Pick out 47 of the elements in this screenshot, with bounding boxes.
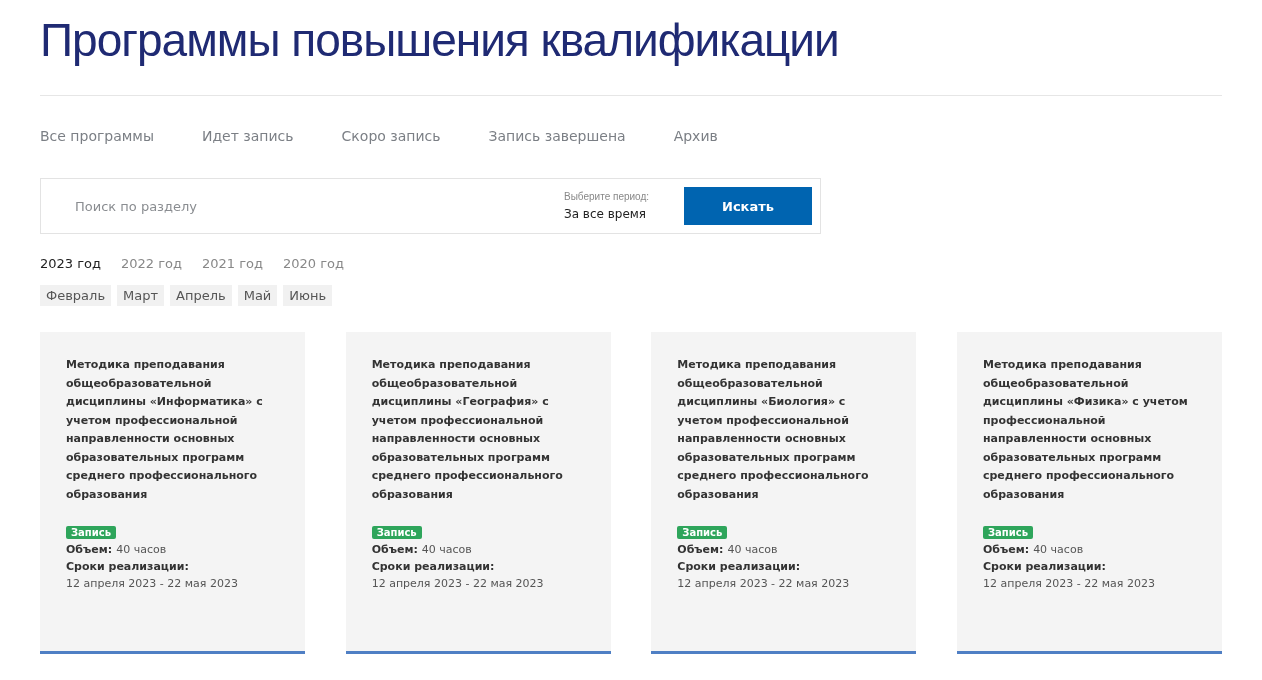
dates-label: Сроки реализации: (677, 560, 801, 573)
volume-label: Объем: (66, 543, 113, 556)
program-title: Методика преподавания общеобразовательной дисциплины «Информатика» с учетом профессиональной направленности основных образовательных программ среднего профессионального образования (66, 357, 264, 503)
search-field[interactable]: Поиск по разделу (73, 197, 564, 215)
filter-tab[interactable]: Все программы (40, 127, 154, 145)
month-chip[interactable]: Март (117, 285, 165, 306)
year-link[interactable]: 2021 год (202, 256, 263, 271)
month-chip[interactable]: Февраль (40, 285, 112, 306)
volume-value: 40 часов (1033, 543, 1084, 556)
month-chip[interactable]: Июнь (283, 285, 333, 306)
volume-label: Объем: (371, 543, 418, 556)
filter-tab[interactable]: Архив (673, 127, 718, 145)
dates-value: 12 апреля 2023 - 22 мая 2023 (66, 577, 238, 590)
dates-value: 12 апреля 2023 - 22 мая 2023 (371, 577, 544, 590)
period-label: Выберите период: (564, 191, 651, 202)
program-card[interactable] (40, 332, 305, 654)
year-link[interactable]: 2022 год (121, 256, 182, 271)
month-chip[interactable]: Май (237, 285, 278, 306)
program-card[interactable] (956, 332, 1222, 654)
volume-label: Объем: (677, 543, 724, 556)
program-title: Методика преподавания общеобразовательной дисциплины «Биология» с учетом профессиональной направленности основных образовательных программ среднего профессионального образования (677, 357, 870, 503)
dates-value: 12 апреля 2023 - 22 мая 2023 (982, 577, 1155, 590)
program-title: Методика преподавания общеобразовательной дисциплины «География» с учетом профессиональной направленности основных образовательных программ среднего профессионального образования (371, 357, 564, 503)
program-title: Методика преподавания общеобразовательной дисциплины «Физика» с учетом профессиональной направленности основных образовательных программ среднего профессионального образования (982, 357, 1189, 503)
filter-tab[interactable]: Скоро запись (341, 127, 441, 145)
period-select[interactable]: За все время (564, 207, 684, 221)
volume-value: 40 часов (421, 543, 472, 556)
month-chip[interactable]: Апрель (170, 285, 232, 306)
filter-tab[interactable]: Идет запись (201, 127, 294, 145)
volume-value: 40 часов (727, 543, 778, 556)
status-badge: Запись (66, 526, 117, 539)
dates-label: Сроки реализации: (371, 560, 495, 573)
status-badge: Запись (982, 526, 1033, 539)
status-badge: Запись (677, 526, 728, 539)
year-link[interactable]: 2020 год (283, 256, 344, 271)
volume-value: 40 часов (116, 543, 167, 556)
page-title: Программы повышения квалификации (40, 13, 839, 68)
dates-label: Сроки реализации: (66, 560, 189, 573)
program-card[interactable] (651, 332, 917, 654)
volume-label: Объем: (982, 543, 1030, 556)
program-card[interactable] (345, 332, 611, 654)
search-button[interactable]: Искать (684, 187, 812, 225)
dates-label: Сроки реализации: (982, 560, 1106, 573)
year-link[interactable]: 2023 год (40, 256, 101, 271)
status-badge: Запись (371, 526, 422, 539)
dates-value: 12 апреля 2023 - 22 мая 2023 (677, 577, 850, 590)
filter-tab[interactable]: Запись завершена (488, 127, 626, 145)
